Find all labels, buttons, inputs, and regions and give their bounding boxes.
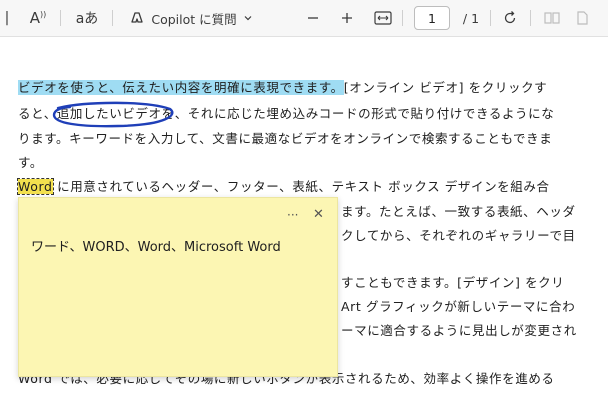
ink-circle-annotation[interactable]	[48, 99, 178, 131]
text-options-label: aあ	[75, 11, 99, 27]
doc-line-1-rest: [オンライン ビデオ] をクリックす	[343, 80, 548, 95]
toolbar-separator	[530, 10, 531, 26]
zoom-out-button[interactable]	[302, 0, 324, 36]
rotate-icon	[504, 11, 516, 24]
zoom-in-button[interactable]	[336, 0, 358, 36]
read-aloud-button[interactable]: A))	[26, 0, 50, 36]
doc-line-4: す。	[18, 155, 43, 170]
yellow-highlight-word[interactable]: Word	[17, 178, 54, 195]
doc-line-9: Art グラフィックが新しいテーマに合わ	[341, 299, 576, 314]
plus-icon	[342, 13, 352, 23]
sticky-note-popup[interactable]: ··· ✕ ワード、WORD、Word、Microsoft Word	[18, 197, 338, 377]
toolbar-overflow-edge: |	[4, 10, 10, 26]
read-aloud-icon: A))	[29, 9, 47, 27]
toolbar-separator	[60, 10, 61, 26]
minus-icon	[308, 17, 318, 19]
toolbar-separator	[402, 10, 403, 26]
more-options-icon[interactable]: ···	[287, 208, 298, 222]
chevron-down-icon	[244, 16, 252, 21]
text-options-button[interactable]: aあ	[70, 0, 104, 36]
page-total-label: / 1	[462, 10, 480, 26]
page-number-value: 1	[428, 10, 436, 26]
doc-line-6: ます。たとえば、一致する表紙、ヘッダ	[341, 204, 576, 219]
copilot-button[interactable]: Copilot に質問	[120, 0, 262, 36]
doc-line-10: ーマに適合するように見出しが変更され	[341, 323, 577, 338]
doc-line-5-rest: に用意されているヘッダー、フッター、表紙、テキスト ボックス デザインを組み合	[52, 179, 550, 194]
fit-width-icon	[374, 11, 392, 25]
rotate-button[interactable]	[498, 0, 522, 36]
blue-highlight[interactable]: ビデオを使うと、伝えたい内容を明確に表現できます。	[18, 80, 344, 95]
close-icon[interactable]: ✕	[313, 207, 324, 222]
doc-line-8: すこともできます。[デザイン] をクリ	[341, 275, 565, 290]
more-tools-button[interactable]	[570, 0, 594, 36]
page-icon	[577, 11, 588, 25]
sticky-note-text[interactable]: ワード、WORD、Word、Microsoft Word	[31, 236, 281, 255]
page-view-icon	[544, 12, 560, 24]
two-page-view-button[interactable]	[540, 0, 564, 36]
copilot-label: Copilot に質問	[151, 11, 237, 27]
pdf-toolbar: | A)) aあ Copilot に質問 1 / 1	[0, 0, 608, 37]
toolbar-separator	[112, 10, 113, 26]
toolbar-separator	[490, 10, 491, 26]
fit-width-button[interactable]	[371, 0, 395, 36]
doc-line-3: ります。キーワードを入力して、文書に最適なビデオをオンラインで検索することもでき…	[18, 131, 553, 146]
page-total: / 1	[458, 0, 484, 36]
doc-line-1: ビデオを使うと、伝えたい内容を明確に表現できます。[オンライン ビデオ] をクリ…	[18, 79, 547, 97]
page-number-input[interactable]: 1	[414, 6, 450, 30]
doc-line-5: Word に用意されているヘッダー、フッター、表紙、テキスト ボックス デザイン…	[17, 178, 550, 196]
doc-line-7: クしてから、それぞれのギャラリーで目	[341, 228, 576, 243]
copilot-icon	[131, 12, 144, 23]
